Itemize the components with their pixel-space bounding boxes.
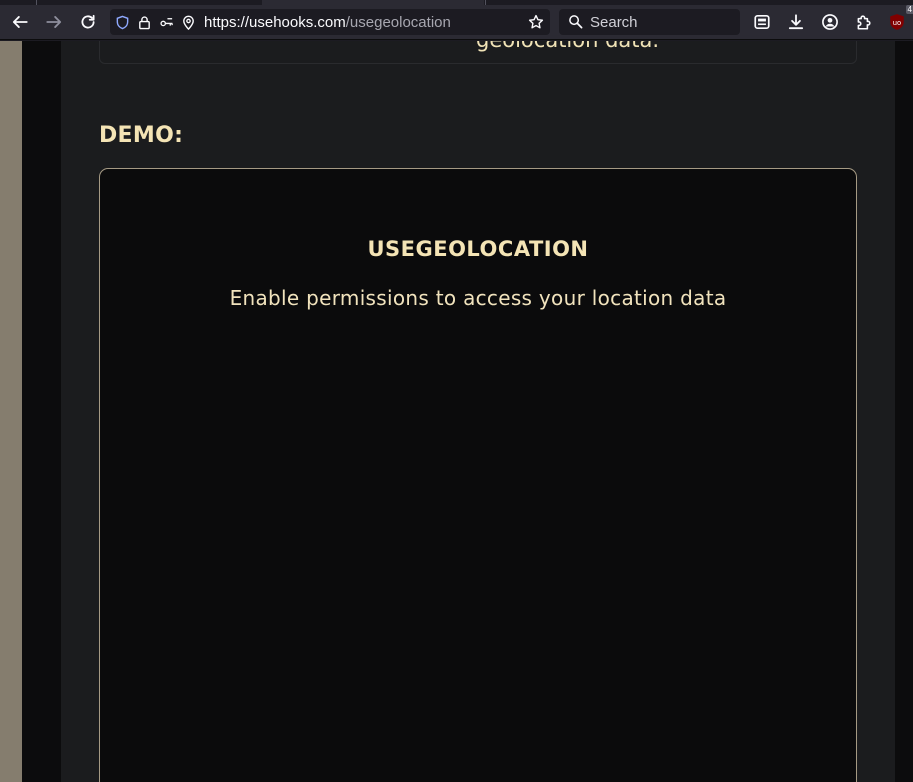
svg-text:uo: uo	[893, 19, 901, 27]
demo-title: USEGEOLOCATION	[367, 237, 589, 261]
arrow-right-icon	[46, 16, 62, 28]
downloads-button[interactable]	[781, 8, 811, 36]
demo-panel: USEGEOLOCATION Enable permissions to acc…	[99, 168, 857, 782]
tracking-protection-shield-icon[interactable]	[112, 12, 132, 32]
page-viewport[interactable]: geolocation data. DEMO: USEGEOLOCATION E…	[0, 41, 913, 782]
account-button[interactable]	[815, 8, 845, 36]
content-column: geolocation data. DEMO: USEGEOLOCATION E…	[61, 41, 895, 782]
download-icon	[788, 14, 804, 30]
key-permissions-icon[interactable]	[156, 12, 176, 32]
navigation-toolbar: https://usehooks.com/usegeolocation Sear…	[0, 5, 913, 40]
reload-icon	[81, 14, 95, 29]
address-bar[interactable]: https://usehooks.com/usegeolocation	[110, 9, 550, 35]
ublock-origin-button[interactable]: uo 4	[883, 5, 913, 36]
reader-mode-button[interactable]	[747, 8, 777, 36]
ublock-shield-icon: uo	[890, 14, 904, 30]
reload-button[interactable]	[73, 8, 103, 36]
account-icon	[822, 14, 838, 30]
url-host: https://usehooks.com	[204, 13, 346, 31]
right-margin	[895, 41, 913, 782]
url-text: https://usehooks.com/usegeolocation	[204, 14, 451, 31]
extension-badge-count: 4	[905, 5, 913, 14]
search-placeholder: Search	[590, 13, 638, 31]
containers-icon	[754, 14, 770, 30]
previous-section-text: geolocation data.	[476, 41, 659, 52]
bookmark-star-icon[interactable]	[526, 12, 546, 32]
extensions-button[interactable]	[849, 8, 879, 36]
left-margin	[22, 41, 61, 782]
lock-icon[interactable]	[134, 12, 154, 32]
forward-button[interactable]	[39, 8, 69, 36]
left-background-strip	[0, 41, 22, 782]
url-path: /usegeolocation	[345, 13, 451, 31]
search-icon	[568, 14, 584, 30]
puzzle-piece-icon	[857, 15, 871, 30]
back-button[interactable]	[5, 8, 35, 36]
location-pin-icon[interactable]	[178, 12, 198, 32]
previous-section-box: geolocation data.	[99, 41, 857, 64]
permission-message: Enable permissions to access your locati…	[229, 286, 727, 310]
demo-heading: DEMO:	[99, 123, 184, 148]
arrow-left-icon	[12, 16, 28, 28]
search-bar[interactable]: Search	[559, 9, 740, 35]
